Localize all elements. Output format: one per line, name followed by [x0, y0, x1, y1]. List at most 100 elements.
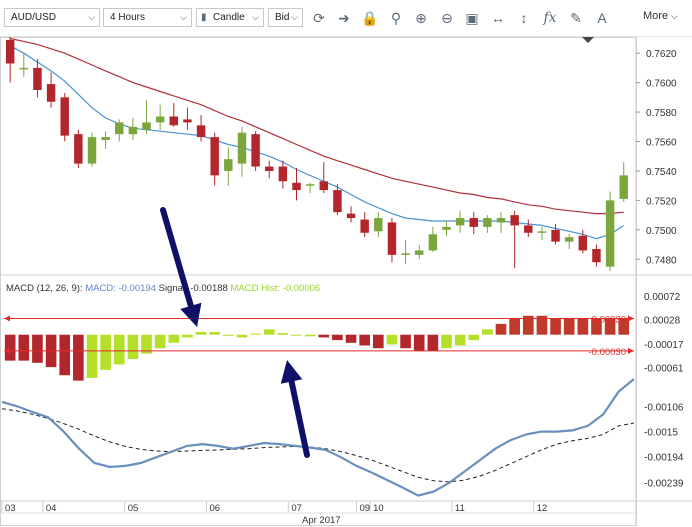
macd-histogram-bar	[454, 334, 466, 346]
macd-tick-label: -0.0015	[644, 428, 678, 439]
candle-body	[564, 237, 574, 242]
candle-body	[224, 159, 233, 171]
function-icon[interactable]: fx	[539, 7, 561, 29]
macd-level-label: -0.00030	[588, 347, 626, 358]
time-tick-label: 09	[359, 503, 370, 514]
arrowhead-icon	[280, 360, 303, 384]
interval-value: 4 Hours	[110, 12, 146, 23]
candle-body	[387, 222, 397, 255]
vertical-resize-icon[interactable]: ↕	[513, 7, 535, 29]
zoom-out-icon[interactable]: ⊖	[436, 7, 458, 29]
zoom-reset-icon[interactable]: ⚲	[385, 7, 407, 29]
lock-icon[interactable]: 🔒	[359, 7, 381, 29]
candle-body	[374, 218, 383, 232]
macd-histogram-bar	[18, 334, 30, 361]
macd-histogram-bar	[482, 329, 493, 335]
text-tool-icon[interactable]: A	[591, 7, 613, 29]
chart-type-select[interactable]: ▮ Candle ⌵	[196, 8, 264, 27]
pencil-icon[interactable]: ✎	[565, 7, 587, 29]
candle-body	[469, 218, 478, 227]
candle-body	[442, 226, 451, 230]
chevron-down-icon: ⌵	[671, 11, 678, 21]
arrow-left-icon	[4, 315, 10, 322]
macd-histogram-bar	[304, 334, 316, 337]
interval-select[interactable]: 4 Hours ⌵	[103, 8, 192, 27]
candle-body	[5, 39, 15, 64]
macd-histogram-bar	[359, 334, 370, 346]
arrow-right-icon[interactable]: ➜	[333, 7, 355, 29]
macd-tick-label: -0.00194	[644, 453, 684, 464]
fast-moving-average-line	[9, 45, 625, 240]
candle-body	[455, 218, 465, 226]
macd-histogram-bar	[291, 334, 302, 336]
candle-body	[74, 134, 83, 164]
macd-histogram-bar	[318, 334, 330, 338]
symbol-value: AUD/USD	[11, 12, 57, 23]
candle-body	[19, 67, 29, 70]
macd-histogram-bar	[209, 332, 221, 335]
chevron-down-icon: ⌵	[180, 12, 187, 22]
refresh-icon[interactable]: ⟳	[308, 7, 330, 29]
arrow-right-icon	[628, 347, 634, 354]
candle-body	[265, 166, 274, 171]
more-label: More	[643, 10, 669, 22]
macd-histogram-bar	[427, 334, 439, 351]
macd-histogram-bar	[441, 334, 452, 349]
candle-body	[101, 137, 110, 141]
candle-body	[237, 132, 247, 164]
collapse-handle-icon	[582, 37, 594, 43]
candle-body	[619, 175, 628, 199]
more-menu[interactable]: More ⌵	[643, 10, 678, 22]
histogram-tick-label: 0.00072	[644, 292, 681, 303]
macd-histogram-bar	[509, 318, 520, 335]
arrowhead-icon	[180, 302, 202, 327]
price-type-select[interactable]: Bid ⌵	[268, 8, 303, 27]
macd-legend-hist: MACD Hist: -0.00006	[228, 283, 320, 294]
chart-canvas[interactable]: MACD (12, 26, 9): MACD: -0.00194 Signal:…	[0, 37, 692, 527]
horizontal-resize-icon[interactable]: ↔	[487, 7, 509, 29]
macd-histogram-bar	[100, 334, 111, 370]
macd-histogram-bar	[332, 334, 343, 341]
annotation-arrow-up	[288, 378, 310, 458]
macd-histogram-bar	[468, 334, 480, 341]
macd-histogram-bar	[413, 334, 425, 351]
candle-body	[537, 231, 547, 233]
macd-histogram-bar	[127, 334, 139, 360]
candle-body	[210, 137, 219, 176]
candle-body	[251, 134, 260, 167]
candle-body	[551, 229, 560, 242]
macd-histogram-bar	[182, 334, 193, 338]
candle-body	[33, 67, 42, 90]
candle-body	[483, 218, 492, 227]
macd-histogram-bar	[400, 334, 411, 349]
macd-histogram-bar	[154, 334, 166, 349]
time-tick-label: 03	[5, 503, 16, 514]
candle-body	[401, 253, 410, 255]
macd-histogram-bar	[73, 334, 84, 381]
symbol-select[interactable]: AUD/USD ⌵	[4, 8, 100, 27]
candle-icon: ▮	[201, 12, 207, 23]
candle-body	[428, 234, 438, 251]
candle-body	[496, 218, 506, 223]
macd-signal-line	[1, 408, 635, 483]
time-tick-label: 10	[373, 503, 384, 514]
histogram-tick-label: -0.00017	[644, 340, 684, 351]
chevron-down-icon: ⌵	[291, 12, 298, 22]
time-tick-label: 07	[291, 503, 302, 514]
time-month-label: Apr 2017	[302, 515, 341, 526]
macd-histogram-bar	[113, 334, 125, 365]
candle-body	[60, 97, 69, 136]
macd-tick-label: -0.00239	[644, 478, 684, 489]
macd-histogram-bar	[386, 334, 398, 345]
histogram-tick-label: -0.00061	[644, 364, 684, 375]
zoom-in-icon[interactable]: ⊕	[410, 7, 432, 29]
zoom-fit-icon[interactable]: ▣	[461, 7, 483, 29]
chart-type-value: Candle	[213, 12, 245, 23]
price-tick-label: 0.7480	[646, 255, 677, 266]
candle-body	[414, 250, 424, 255]
price-tick-label: 0.7560	[646, 138, 677, 149]
macd-histogram-bar	[577, 318, 589, 335]
candle-body	[592, 248, 601, 263]
candle-body	[292, 182, 301, 191]
macd-histogram-bar	[372, 334, 384, 349]
